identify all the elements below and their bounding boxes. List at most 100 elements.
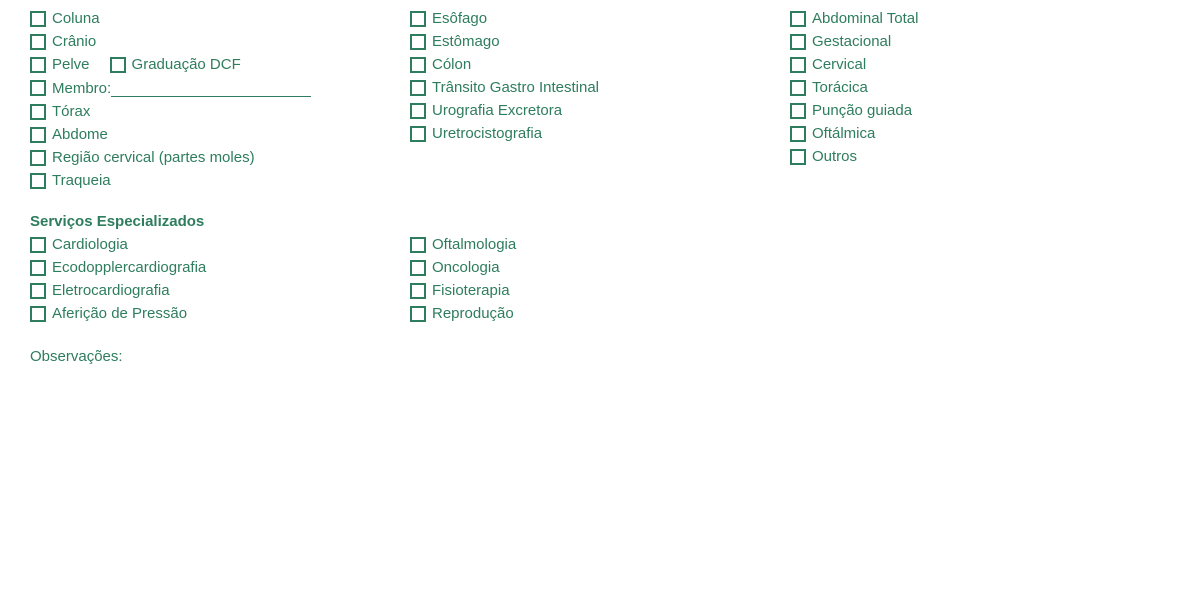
servicos-columns: Cardiologia Ecodopplercardiografia Eletr… <box>30 236 1170 328</box>
top-section: Coluna Crânio Pelve Graduação DCF Membro… <box>30 10 1170 195</box>
list-item: Reprodução <box>410 305 780 322</box>
checkbox-oftalmologia[interactable] <box>410 237 426 253</box>
list-item: Aferição de Pressão <box>30 305 400 322</box>
obs-label: Observações: <box>30 348 1170 365</box>
list-item: Pelve Graduação DCF <box>30 56 400 73</box>
list-item: Torácica <box>790 79 1160 96</box>
servicos-col2: Oftalmologia Oncologia Fisioterapia Repr… <box>410 236 790 328</box>
membro-input[interactable] <box>111 79 311 97</box>
checkbox-uretrocisto[interactable] <box>410 126 426 142</box>
label-toracica: Torácica <box>812 79 868 96</box>
label-urografia: Urografia Excretora <box>432 102 562 119</box>
label-eletrocardiografia: Eletrocardiografia <box>52 282 170 299</box>
label-reproducao: Reprodução <box>432 305 514 322</box>
label-oftalmica: Oftálmica <box>812 125 875 142</box>
list-item: Punção guiada <box>790 102 1160 119</box>
label-cranio: Crânio <box>52 33 96 50</box>
checkbox-outros[interactable] <box>790 149 806 165</box>
list-item: Cólon <box>410 56 780 73</box>
col1: Coluna Crânio Pelve Graduação DCF Membro… <box>30 10 410 195</box>
list-item: Ecodopplercardiografia <box>30 259 400 276</box>
list-item: Tórax <box>30 103 400 120</box>
checkbox-coluna[interactable] <box>30 11 46 27</box>
checkbox-colon[interactable] <box>410 57 426 73</box>
label-transito: Trânsito Gastro Intestinal <box>432 79 599 96</box>
label-esofago: Esôfago <box>432 10 487 27</box>
list-item: Estômago <box>410 33 780 50</box>
checkbox-toracica[interactable] <box>790 80 806 96</box>
list-item: Cardiologia <box>30 236 400 253</box>
checkbox-ecodoppler[interactable] <box>30 260 46 276</box>
list-item: Abdominal Total <box>790 10 1160 27</box>
label-ecodoppler: Ecodopplercardiografia <box>52 259 206 276</box>
label-coluna: Coluna <box>52 10 100 27</box>
checkbox-afericao[interactable] <box>30 306 46 322</box>
col3: Abdominal Total Gestacional Cervical Tor… <box>790 10 1170 195</box>
label-cervical: Cervical <box>812 56 866 73</box>
label-abdominal-total: Abdominal Total <box>812 10 918 27</box>
list-item: Urografia Excretora <box>410 102 780 119</box>
checkbox-estomago[interactable] <box>410 34 426 50</box>
servicos-col3 <box>790 236 1170 328</box>
label-abdome: Abdome <box>52 126 108 143</box>
label-fisioterapia: Fisioterapia <box>432 282 510 299</box>
list-item: Fisioterapia <box>410 282 780 299</box>
label-estomago: Estômago <box>432 33 500 50</box>
list-item: Oftálmica <box>790 125 1160 142</box>
checkbox-cardiologia[interactable] <box>30 237 46 253</box>
label-uretrocisto: Uretrocistografia <box>432 125 542 142</box>
label-oncologia: Oncologia <box>432 259 500 276</box>
checkbox-abdome[interactable] <box>30 127 46 143</box>
checkbox-regiao-cervical[interactable] <box>30 150 46 166</box>
label-torax: Tórax <box>52 103 90 120</box>
label-graduacao: Graduação DCF <box>132 56 241 73</box>
checkbox-oftalmica[interactable] <box>790 126 806 142</box>
list-item: Região cervical (partes moles) <box>30 149 400 166</box>
label-oftalmologia: Oftalmologia <box>432 236 516 253</box>
list-item: Uretrocistografia <box>410 125 780 142</box>
checkbox-eletrocardiografia[interactable] <box>30 283 46 299</box>
checkbox-traqueia[interactable] <box>30 173 46 189</box>
checkbox-transito[interactable] <box>410 80 426 96</box>
servicos-section: Serviços Especializados Cardiologia Ecod… <box>30 213 1170 328</box>
checkbox-puncao[interactable] <box>790 103 806 119</box>
label-regiao-cervical: Região cervical (partes moles) <box>52 149 255 166</box>
list-item: Coluna <box>30 10 400 27</box>
servicos-col1: Cardiologia Ecodopplercardiografia Eletr… <box>30 236 410 328</box>
list-item: Esôfago <box>410 10 780 27</box>
list-item: Membro: <box>30 79 400 97</box>
list-item: Eletrocardiografia <box>30 282 400 299</box>
list-item: Traqueia <box>30 172 400 189</box>
checkbox-gestacional[interactable] <box>790 34 806 50</box>
list-item: Oftalmologia <box>410 236 780 253</box>
checkbox-abdominal-total[interactable] <box>790 11 806 27</box>
label-gestacional: Gestacional <box>812 33 891 50</box>
checkbox-membro[interactable] <box>30 80 46 96</box>
checkbox-cervical[interactable] <box>790 57 806 73</box>
checkbox-pelve[interactable] <box>30 57 46 73</box>
checkbox-torax[interactable] <box>30 104 46 120</box>
label-afericao: Aferição de Pressão <box>52 305 187 322</box>
col2: Esôfago Estômago Cólon Trânsito Gastro I… <box>410 10 790 195</box>
list-item: Cervical <box>790 56 1160 73</box>
checkbox-oncologia[interactable] <box>410 260 426 276</box>
label-colon: Cólon <box>432 56 471 73</box>
label-cardiologia: Cardiologia <box>52 236 128 253</box>
list-item: Oncologia <box>410 259 780 276</box>
list-item: Crânio <box>30 33 400 50</box>
checkbox-fisioterapia[interactable] <box>410 283 426 299</box>
checkbox-graduacao[interactable] <box>110 57 126 73</box>
list-item: Abdome <box>30 126 400 143</box>
checkbox-esofago[interactable] <box>410 11 426 27</box>
checkbox-urografia[interactable] <box>410 103 426 119</box>
checkbox-reproducao[interactable] <box>410 306 426 322</box>
list-item: Gestacional <box>790 33 1160 50</box>
label-pelve: Pelve <box>52 56 90 73</box>
servicos-title: Serviços Especializados <box>30 213 1170 230</box>
label-puncao: Punção guiada <box>812 102 912 119</box>
label-traqueia: Traqueia <box>52 172 111 189</box>
list-item: Trânsito Gastro Intestinal <box>410 79 780 96</box>
checkbox-cranio[interactable] <box>30 34 46 50</box>
list-item: Outros <box>790 148 1160 165</box>
label-membro: Membro: <box>52 80 111 97</box>
